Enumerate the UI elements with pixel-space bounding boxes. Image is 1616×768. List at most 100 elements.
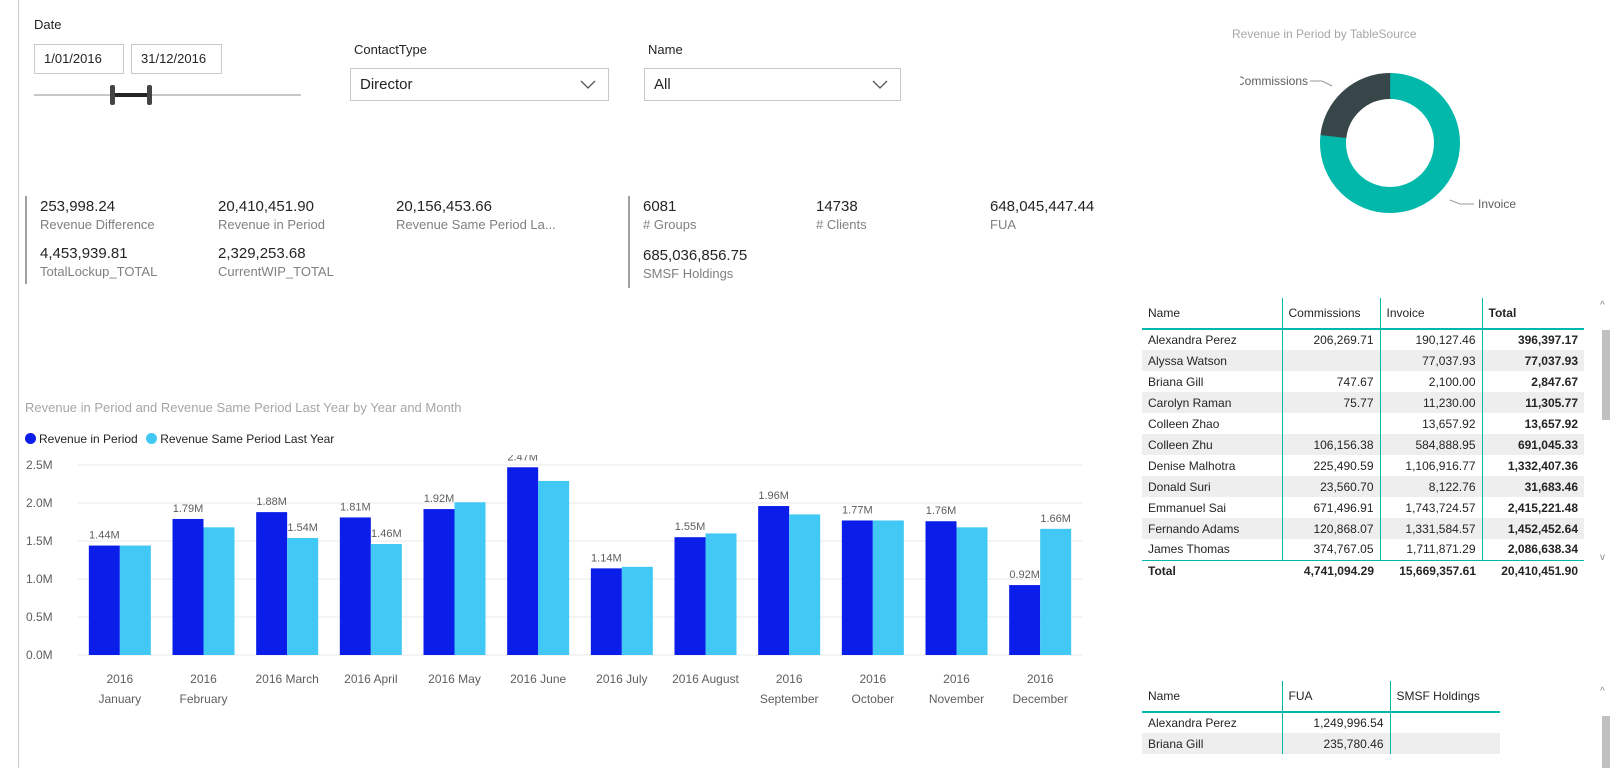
bar-revenue-same-period[interactable] <box>370 544 402 655</box>
y-tick-label: 1.0M <box>26 572 53 586</box>
x-tick-label: 2016 <box>943 672 970 686</box>
table-header-invoice[interactable]: Invoice <box>1379 298 1482 330</box>
table-cell: 2,415,221.48 <box>1481 497 1584 518</box>
date-slider-track[interactable] <box>34 94 301 96</box>
scrollbar-thumb[interactable] <box>1602 716 1610 768</box>
scroll-down-icon[interactable]: v <box>1600 552 1605 563</box>
table-total-cell: 20,410,451.90 <box>1482 559 1584 581</box>
bar-revenue-same-period[interactable] <box>119 545 151 655</box>
table-cell: 77,037.93 <box>1481 350 1584 371</box>
data-label: 1.81M <box>340 501 371 513</box>
table-cell: Alexandra Perez <box>1148 716 1237 730</box>
date-end-input[interactable]: 31/12/2016 <box>131 44 222 74</box>
table-total-cell: Total <box>1142 559 1282 581</box>
table-cell: Donald Suri <box>1142 476 1282 497</box>
fua-table-scrollbar[interactable]: ^ <box>1600 686 1610 768</box>
x-tick-label: October <box>851 692 894 706</box>
table-row[interactable]: Fernando Adams 120,868.07 1,331,584.57 1,45… <box>1142 518 1584 539</box>
legend-item-revenue-same-period[interactable]: Revenue Same Period Last Year <box>146 432 334 446</box>
bar-revenue-same-period[interactable] <box>538 480 570 655</box>
bar-revenue-in-period[interactable] <box>88 545 120 655</box>
bar-revenue-in-period[interactable] <box>674 537 706 655</box>
legend-dot <box>146 433 158 444</box>
table-row[interactable]: Colleen Zhao 13,657.92 13,657.92 <box>1142 413 1584 434</box>
bar-revenue-in-period[interactable] <box>172 518 204 655</box>
table-row[interactable]: Briana Gill 747.67 2,100.00 2,847.67 <box>1142 371 1584 392</box>
table-cell: Carolyn Raman <box>1142 392 1282 413</box>
data-label: 1.14M <box>591 552 622 564</box>
kpi-label: # Groups <box>643 217 697 232</box>
bar-revenue-in-period[interactable] <box>758 506 790 655</box>
kpi-card-left-accent <box>25 196 27 284</box>
bar-revenue-in-period[interactable] <box>423 509 455 655</box>
kpi-label: Revenue Same Period La... <box>396 217 556 232</box>
table-header-fua[interactable]: FUA <box>1281 681 1390 713</box>
table-row[interactable]: Alexandra Perez 1,249,996.54 <box>1142 712 1500 733</box>
bar-revenue-same-period[interactable] <box>956 527 988 655</box>
kpi-groups: 6081 # Groups <box>643 198 696 232</box>
table-row[interactable]: Carolyn Raman 75.77 11,230.00 11,305.77 <box>1142 392 1584 413</box>
data-label: 1.92M <box>424 493 455 505</box>
table-row[interactable]: Emmanuel Sai 671,496.91 1,743,724.57 2,415,… <box>1142 497 1584 518</box>
y-tick-label: 2.0M <box>26 496 53 510</box>
name-dropdown[interactable]: All <box>644 68 901 101</box>
bar-revenue-same-period[interactable] <box>287 537 319 655</box>
x-tick-label: 2016 June <box>510 672 566 686</box>
table-cell: 2,086,638.34 <box>1481 539 1584 560</box>
kpi-label: Revenue in Period <box>218 217 325 232</box>
contacttype-dropdown[interactable]: Director <box>350 68 609 101</box>
table-row[interactable]: James Thomas 374,767.05 1,711,871.29 2,086,… <box>1142 539 1584 560</box>
table-row[interactable]: Alexandra Perez 206,269.71 190,127.46 396,3… <box>1142 329 1584 350</box>
data-label: 1.96M <box>758 490 789 502</box>
kpi-label: CurrentWIP_TOTAL <box>218 264 334 279</box>
scroll-up-icon[interactable]: ^ <box>1600 300 1605 311</box>
table-header-name[interactable]: Name <box>1142 681 1282 713</box>
bar-revenue-same-period[interactable] <box>454 502 486 655</box>
bar-revenue-in-period[interactable] <box>507 467 539 655</box>
table-header-total[interactable]: Total <box>1481 298 1584 330</box>
date-slider-end-handle[interactable] <box>147 85 152 105</box>
table-cell: 11,305.77 <box>1481 392 1584 413</box>
bar-revenue-in-period[interactable] <box>841 520 873 655</box>
bar-revenue-in-period[interactable] <box>339 517 371 655</box>
table-row[interactable]: Alyssa Watson 77,037.93 77,037.93 <box>1142 350 1584 371</box>
data-label: 1.88M <box>256 496 287 508</box>
bar-revenue-same-period[interactable] <box>1040 528 1072 655</box>
x-tick-label: 2016 May <box>428 672 481 686</box>
bar-revenue-same-period[interactable] <box>705 533 737 655</box>
table-header-commissions[interactable]: Commissions <box>1281 298 1380 330</box>
x-tick-label: February <box>179 692 227 706</box>
bar-revenue-same-period[interactable] <box>203 527 235 655</box>
bar-revenue-in-period[interactable] <box>1009 585 1041 655</box>
bar-revenue-same-period[interactable] <box>872 520 904 655</box>
kpi-revenue-same-period: 20,156,453.66 Revenue Same Period La... <box>396 198 556 232</box>
table-row[interactable]: Briana Gill 235,780.46 <box>1142 733 1500 754</box>
bar-revenue-in-period[interactable] <box>925 521 957 655</box>
date-start-input[interactable]: 1/01/2016 <box>34 44 124 74</box>
table-cell: 1,743,724.57 <box>1379 497 1482 518</box>
scrollbar-thumb[interactable] <box>1602 330 1610 420</box>
kpi-label: TotalLockup_TOTAL <box>40 264 158 279</box>
donut-leader-commissions <box>1310 80 1333 87</box>
kpi-card-right-accent <box>628 196 630 288</box>
kpi-label: SMSF Holdings <box>643 266 734 281</box>
legend-dot <box>25 433 36 444</box>
bar-revenue-in-period[interactable] <box>256 512 288 655</box>
legend-item-revenue-in-period[interactable]: Revenue in Period <box>25 432 138 446</box>
scroll-up-icon[interactable]: ^ <box>1600 686 1605 697</box>
x-tick-label: 2016 July <box>596 672 647 686</box>
table-header-name[interactable]: Name <box>1142 298 1282 330</box>
table-row[interactable]: Denise Malhotra 225,490.59 1,106,916.77 1,3… <box>1142 455 1584 476</box>
table-cell: 23,560.70 <box>1281 476 1380 497</box>
x-tick-label: 2016 <box>106 672 133 686</box>
revenue-table-container: Name Commissions Invoice Total Alexandra… <box>1142 298 1584 581</box>
table-cell: Emmanuel Sai <box>1148 500 1227 515</box>
table-row[interactable]: Donald Suri 23,560.70 8,122.76 31,683.46 <box>1142 476 1584 497</box>
bar-revenue-in-period[interactable] <box>590 568 622 655</box>
table-header-smsf-holdings[interactable]: SMSF Holdings <box>1389 681 1500 713</box>
bar-revenue-same-period[interactable] <box>789 514 821 655</box>
table-row[interactable]: Colleen Zhu 106,156.38 584,888.95 691,045.3… <box>1142 434 1584 455</box>
bar-revenue-same-period[interactable] <box>621 566 653 655</box>
revenue-table-scrollbar[interactable]: ^ v <box>1600 300 1610 568</box>
date-slider-start-handle[interactable] <box>110 85 115 105</box>
